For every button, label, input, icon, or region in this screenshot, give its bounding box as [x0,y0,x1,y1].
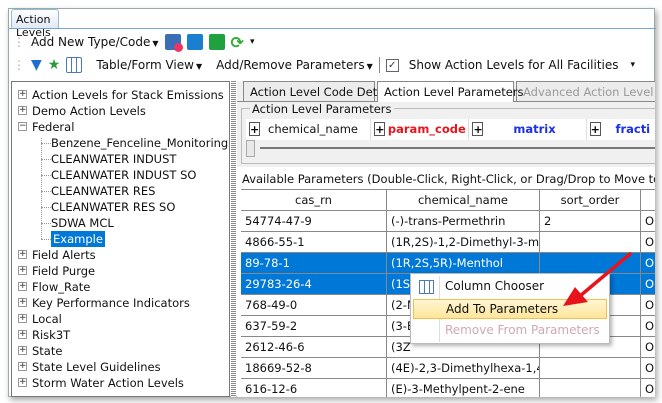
tab-action-level-parameters[interactable]: Action Level Parameters [377,81,524,102]
annotation-arrow-icon [563,252,632,306]
